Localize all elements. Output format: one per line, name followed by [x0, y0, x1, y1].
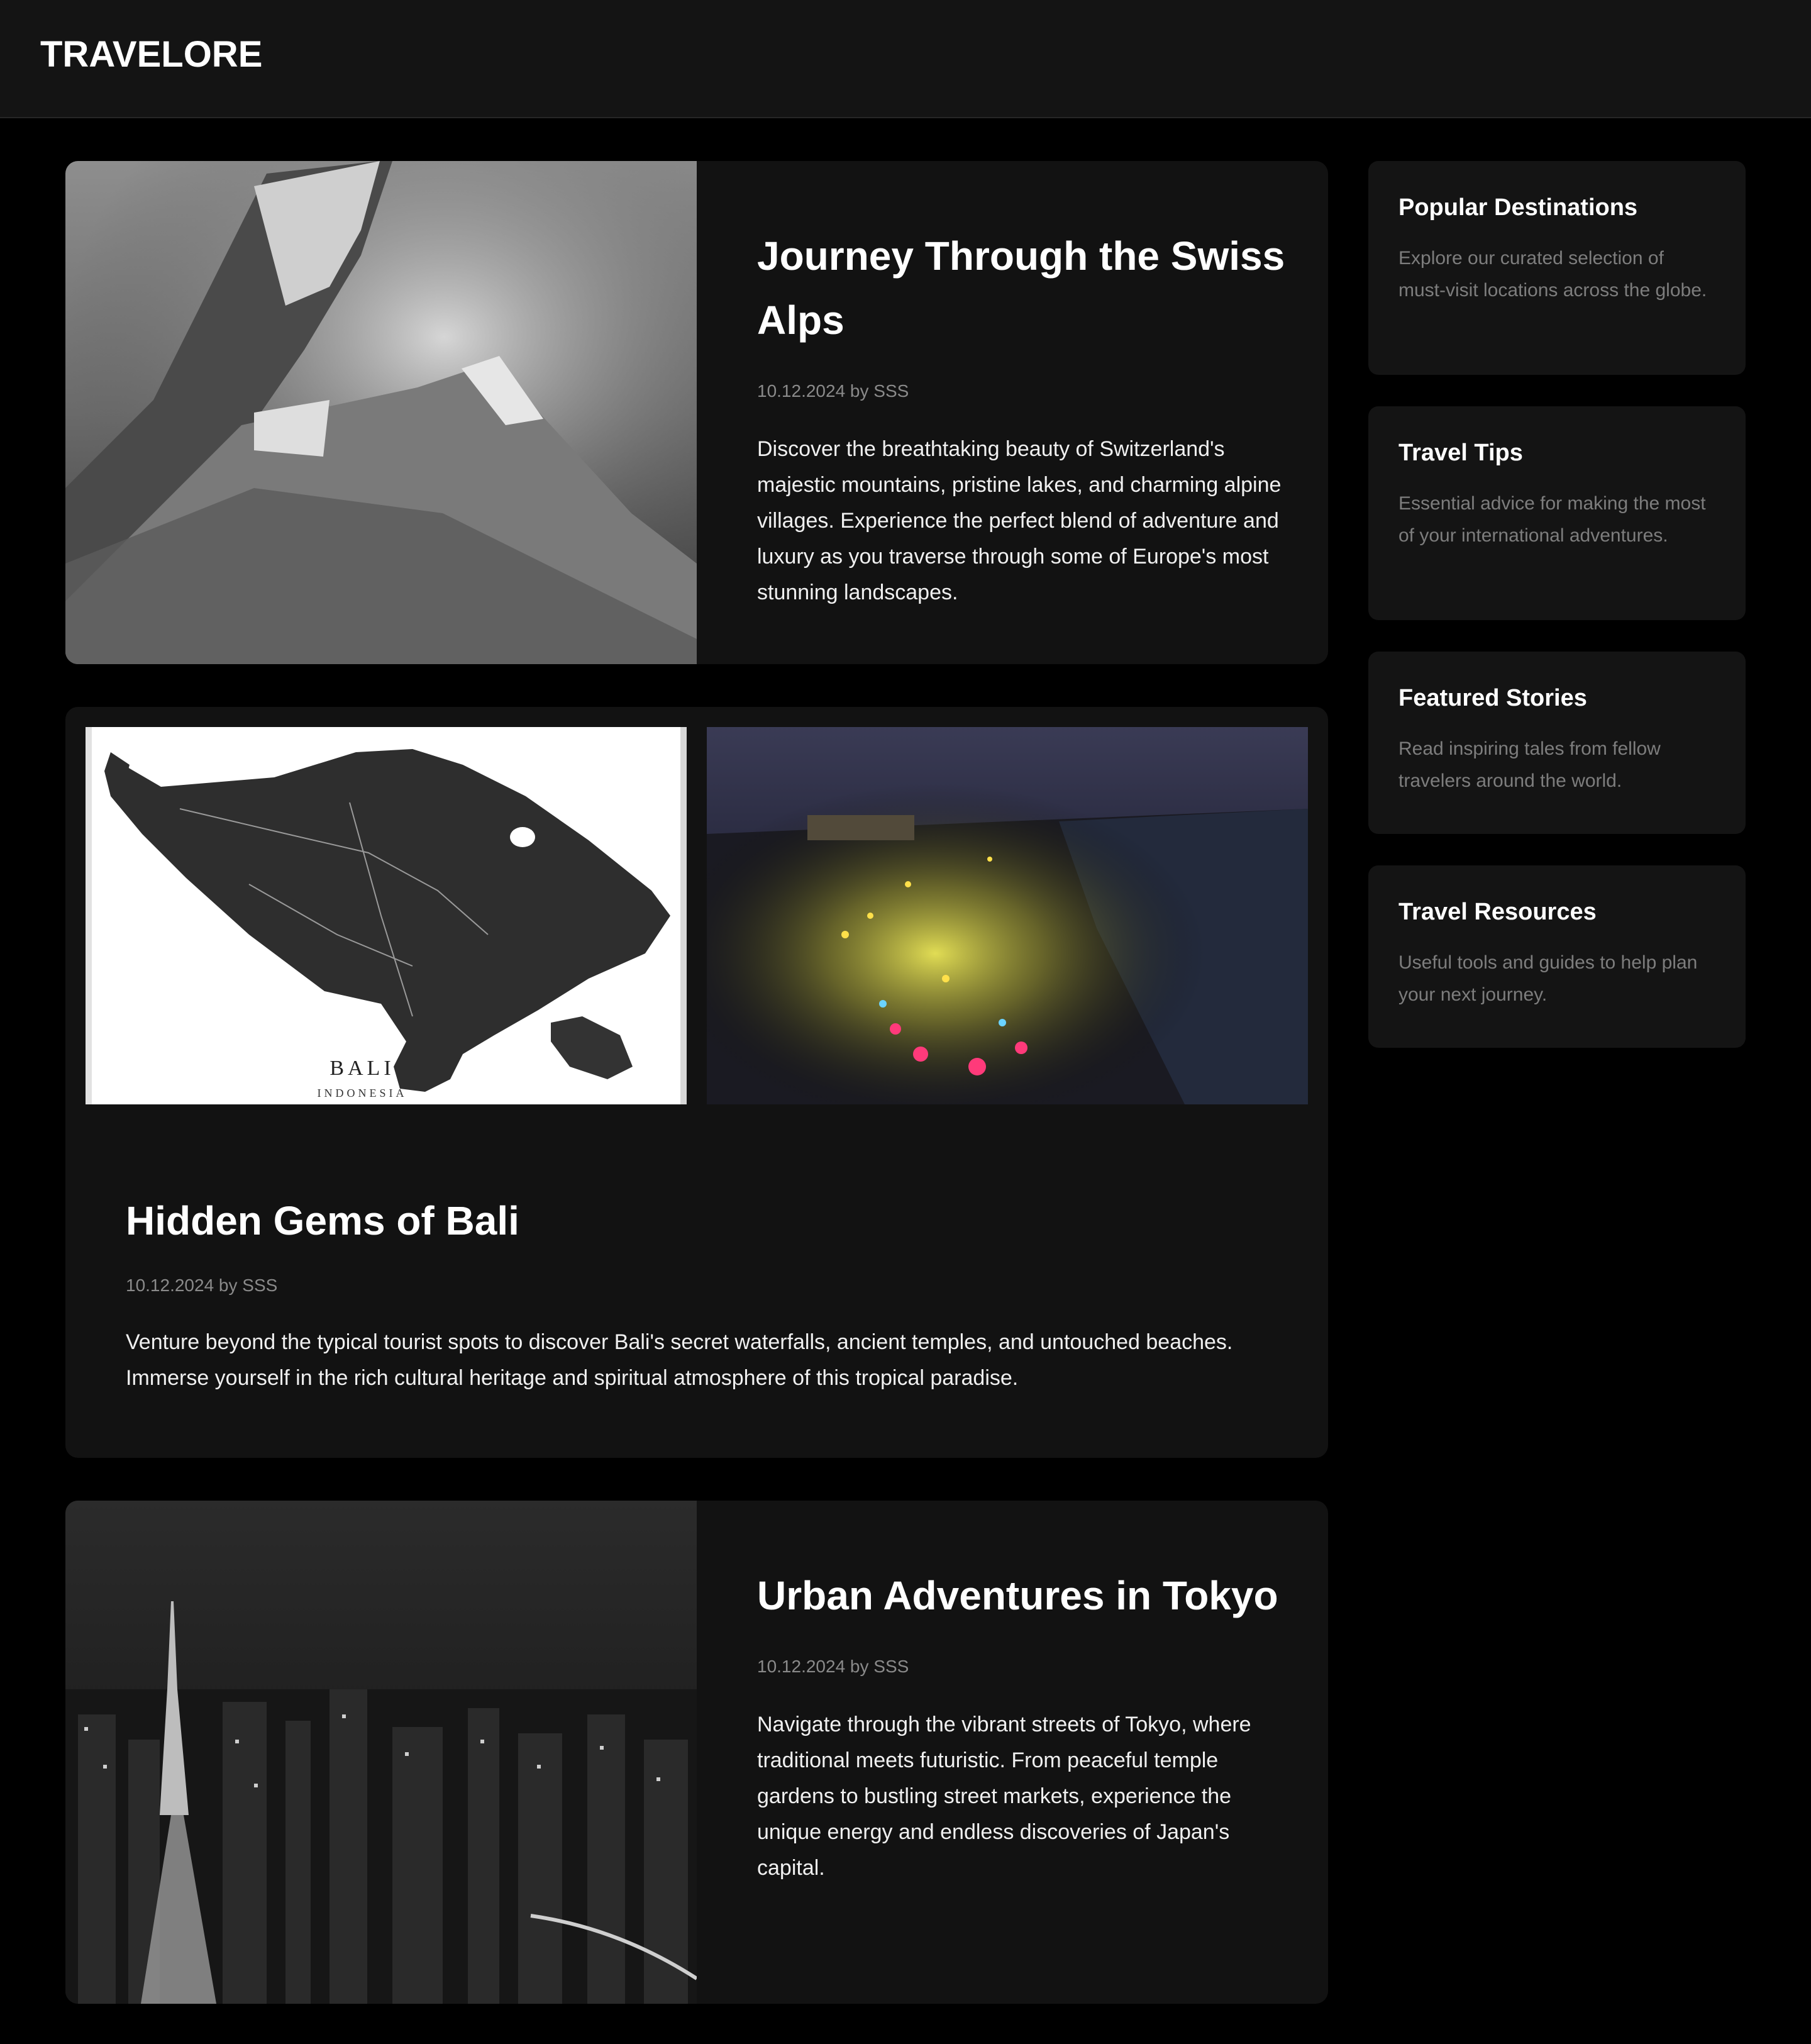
post-card-swiss-alps[interactable]: Journey Through the Swiss Alps 10.12.202…: [65, 161, 1328, 664]
post-excerpt: Discover the breathtaking beauty of Swit…: [757, 437, 1282, 604]
tokyo-city-image: [65, 1501, 697, 2004]
sidebar-card-title[interactable]: Featured Stories: [1398, 683, 1715, 714]
swiss-alps-image: [65, 161, 697, 664]
sidebar-card-travel-tips[interactable]: Travel Tips Essential advice for making …: [1368, 406, 1746, 620]
post-title[interactable]: Journey Through the Swiss Alps: [757, 224, 1285, 352]
bali-map-label: BALI: [330, 1057, 395, 1080]
post-card-bali[interactable]: BALI INDONESIA Hidden Gems of Bali 10.12…: [65, 707, 1328, 1458]
post-excerpt: Navigate through the vibrant streets of …: [757, 1713, 1251, 1880]
sidebar-card-desc: Essential advice for making the most of …: [1398, 493, 1706, 547]
post-excerpt: Venture beyond the typical tourist spots…: [126, 1330, 1233, 1390]
site-logo[interactable]: TRAVELORE: [40, 36, 262, 73]
sidebar-card-popular-destinations[interactable]: Popular Destinations Explore our curated…: [1368, 161, 1746, 375]
site-header: TRAVELORE: [0, 0, 1811, 118]
sidebar-card-title[interactable]: Travel Resources: [1398, 897, 1715, 928]
sidebar-card-desc: Explore our curated selection of must-vi…: [1398, 248, 1707, 301]
post-meta: 10.12.2024 by SSS: [757, 1657, 909, 1676]
sidebar-card-desc: Read inspiring tales from fellow travele…: [1398, 738, 1661, 792]
bali-map-image: BALI INDONESIA: [86, 727, 687, 1104]
bali-beach-night-image: [707, 727, 1308, 1104]
sidebar-card-featured-stories[interactable]: Featured Stories Read inspiring tales fr…: [1368, 652, 1746, 834]
sidebar-card-desc: Useful tools and guides to help plan you…: [1398, 952, 1698, 1006]
bali-map-sublabel: INDONESIA: [317, 1087, 407, 1099]
sidebar-card-travel-resources[interactable]: Travel Resources Useful tools and guides…: [1368, 865, 1746, 1048]
post-card-tokyo[interactable]: Urban Adventures in Tokyo 10.12.2024 by …: [65, 1501, 1328, 2004]
sidebar-card-title[interactable]: Travel Tips: [1398, 438, 1715, 469]
post-title[interactable]: Urban Adventures in Tokyo: [757, 1564, 1285, 1628]
sidebar-card-title[interactable]: Popular Destinations: [1398, 192, 1715, 223]
post-title[interactable]: Hidden Gems of Bali: [126, 1189, 1283, 1253]
post-meta: 10.12.2024 by SSS: [757, 381, 909, 401]
post-meta: 10.12.2024 by SSS: [126, 1275, 278, 1295]
